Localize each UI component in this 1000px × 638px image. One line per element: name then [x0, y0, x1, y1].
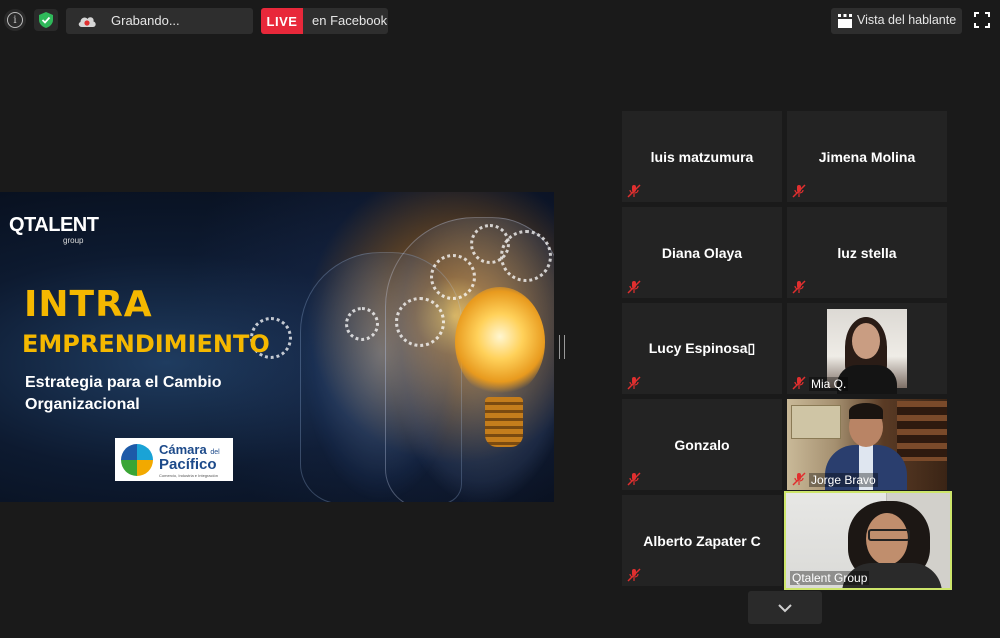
mic-muted-icon: [627, 184, 641, 198]
sponsor-tagline: Comercio, Industria e Integración: [159, 473, 218, 478]
gear-image: [430, 254, 476, 300]
shield-icon: [39, 12, 53, 28]
slide-subtitle-line1: Estrategia para el Cambio: [25, 374, 222, 391]
participant-tile[interactable]: Mia Q.: [787, 303, 947, 394]
participant-tile[interactable]: Jimena Molina: [787, 111, 947, 202]
lightbulb-base-image: [485, 397, 523, 447]
participant-name: Alberto Zapater C: [643, 532, 761, 549]
splitter-handle[interactable]: [559, 335, 565, 359]
mic-muted-icon: [792, 280, 806, 294]
video-glasses: [868, 529, 910, 541]
recording-indicator: Grabando...: [66, 8, 317, 34]
participant-name: luz stella: [837, 244, 897, 261]
speaker-view-button[interactable]: Vista del hablante: [831, 8, 962, 34]
participant-tile[interactable]: Gonzalo: [622, 399, 782, 490]
mic-muted-icon: [627, 280, 641, 294]
fullscreen-icon[interactable]: [974, 12, 990, 28]
video-face: [852, 323, 880, 359]
participant-name: Qtalent Group: [790, 571, 870, 585]
participant-tile[interactable]: luis matzumura: [622, 111, 782, 202]
participant-name: luis matzumura: [650, 148, 754, 165]
live-target-label: en Facebook: [312, 13, 388, 28]
sponsor-name-1-text: Cámara: [159, 442, 207, 457]
sponsor-name-1-small: del: [210, 449, 220, 456]
slide-title-line2: EMPRENDIMIENTO: [22, 330, 270, 358]
live-stream-indicator[interactable]: LIVE en Facebook: [261, 8, 388, 34]
participant-tile[interactable]: luz stella: [787, 207, 947, 298]
video-bookshelf: [897, 401, 947, 461]
mic-muted-icon: [792, 472, 806, 486]
chevron-down-icon: [778, 603, 792, 612]
video-hair: [849, 403, 883, 419]
qtalent-logo-sub: group: [63, 236, 84, 245]
speaker-view-icon: [838, 14, 852, 28]
info-button[interactable]: i: [4, 9, 26, 31]
security-button[interactable]: [34, 9, 58, 31]
participant-tile-active-speaker[interactable]: Qtalent Group: [784, 491, 952, 590]
mic-muted-icon: [627, 568, 641, 582]
participant-tile[interactable]: Alberto Zapater C: [622, 495, 782, 586]
participant-tile[interactable]: Lucy Espinosa▯: [622, 303, 782, 394]
slide-subtitle: Estrategia para el Cambio Organizacional: [25, 372, 222, 416]
sponsor-name-2: Pacífico: [159, 456, 217, 473]
participant-tile[interactable]: Diana Olaya: [622, 207, 782, 298]
slide-subtitle-line2: Organizacional: [25, 396, 140, 413]
participant-name: Gonzalo: [674, 436, 730, 453]
participant-tile[interactable]: Jorge Bravo: [787, 399, 947, 490]
gear-image: [395, 297, 445, 347]
participant-name: Jorge Bravo: [809, 473, 878, 487]
gallery-scroll-down-button[interactable]: [748, 591, 822, 624]
qtalent-logo: QTALENT: [9, 214, 99, 236]
sponsor-name-1: Cámara del: [159, 442, 220, 457]
slide-title-line1: INTRA: [24, 284, 153, 325]
mic-muted-icon: [792, 184, 806, 198]
participant-name: Diana Olaya: [661, 244, 743, 261]
participant-name: Jimena Molina: [818, 148, 916, 165]
cloud-record-icon: [78, 17, 96, 27]
speaker-view-label: Vista del hablante: [857, 13, 957, 27]
mic-muted-icon: [792, 376, 806, 390]
camara-del-pacifico-logo: Cámara del Pacífico Comercio, Industria …: [115, 438, 233, 481]
live-badge: LIVE: [261, 8, 303, 34]
mic-muted-icon: [627, 376, 641, 390]
mic-muted-icon: [627, 472, 641, 486]
info-icon: i: [7, 12, 23, 28]
shared-screen: QTALENT group INTRA EMPRENDIMIENTO Estra…: [0, 192, 554, 502]
recording-label: Grabando...: [111, 13, 180, 28]
globe-logo-icon: [121, 444, 153, 476]
participant-name: Mia Q.: [809, 377, 849, 391]
gear-image: [345, 307, 379, 341]
video-map: [791, 405, 841, 439]
lightbulb-image: [455, 287, 545, 397]
participant-name: Lucy Espinosa▯: [648, 340, 756, 356]
gear-image: [500, 230, 552, 282]
